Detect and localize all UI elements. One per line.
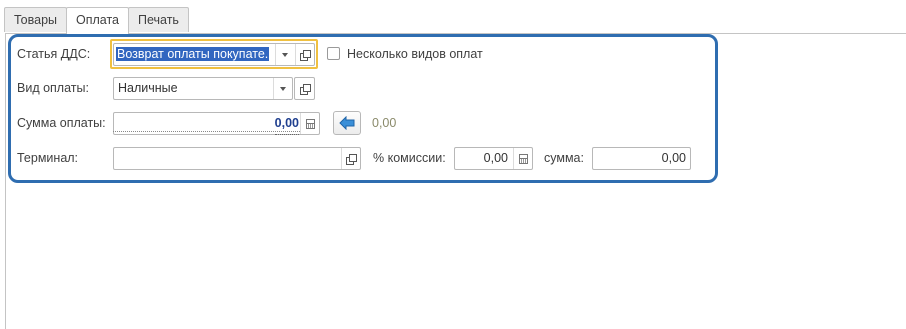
terminal-field[interactable] <box>113 147 361 170</box>
amount-secondary: 0,00 <box>372 116 397 130</box>
dds-label: Статья ДДС: <box>17 47 91 61</box>
multi-payment-label: Несколько видов оплат <box>347 47 483 61</box>
payment-type-label: Вид оплаты: <box>17 81 89 95</box>
commission-label: % комиссии: <box>373 151 446 165</box>
fill-amount-button[interactable] <box>333 111 361 135</box>
payment-type-field[interactable]: Наличные <box>113 77 293 100</box>
payment-type-value: Наличные <box>118 81 178 95</box>
payment-type-open[interactable] <box>294 77 315 100</box>
chevron-down-icon[interactable] <box>275 44 294 65</box>
dds-field[interactable]: Возврат оплаты покупате. <box>113 43 315 66</box>
sum-value: 0,00 <box>661 151 686 165</box>
commission-field[interactable]: 0,00 <box>454 147 533 170</box>
amount-label: Сумма оплаты: <box>17 116 106 130</box>
dds-value: Возврат оплаты покупате. <box>116 47 270 61</box>
open-form-icon[interactable] <box>341 148 360 169</box>
chevron-down-icon[interactable] <box>273 78 292 99</box>
amount-underline <box>113 131 300 132</box>
multi-payment-checkbox[interactable] <box>327 47 340 60</box>
calculator-icon[interactable] <box>513 148 532 169</box>
calculator-icon[interactable] <box>300 113 319 134</box>
commission-value: 0,00 <box>483 151 508 165</box>
sum-field[interactable]: 0,00 <box>592 147 691 170</box>
open-form-icon[interactable] <box>295 44 314 65</box>
tab-bar: Товары Оплата Печать <box>4 7 189 34</box>
arrow-left-icon <box>339 116 355 130</box>
tab-goods[interactable]: Товары <box>4 7 67 32</box>
tab-print[interactable]: Печать <box>128 7 189 32</box>
open-form-icon[interactable] <box>295 78 314 99</box>
tab-payment[interactable]: Оплата <box>66 7 129 34</box>
terminal-label: Терминал: <box>17 151 79 165</box>
sum-label: сумма: <box>544 151 584 165</box>
